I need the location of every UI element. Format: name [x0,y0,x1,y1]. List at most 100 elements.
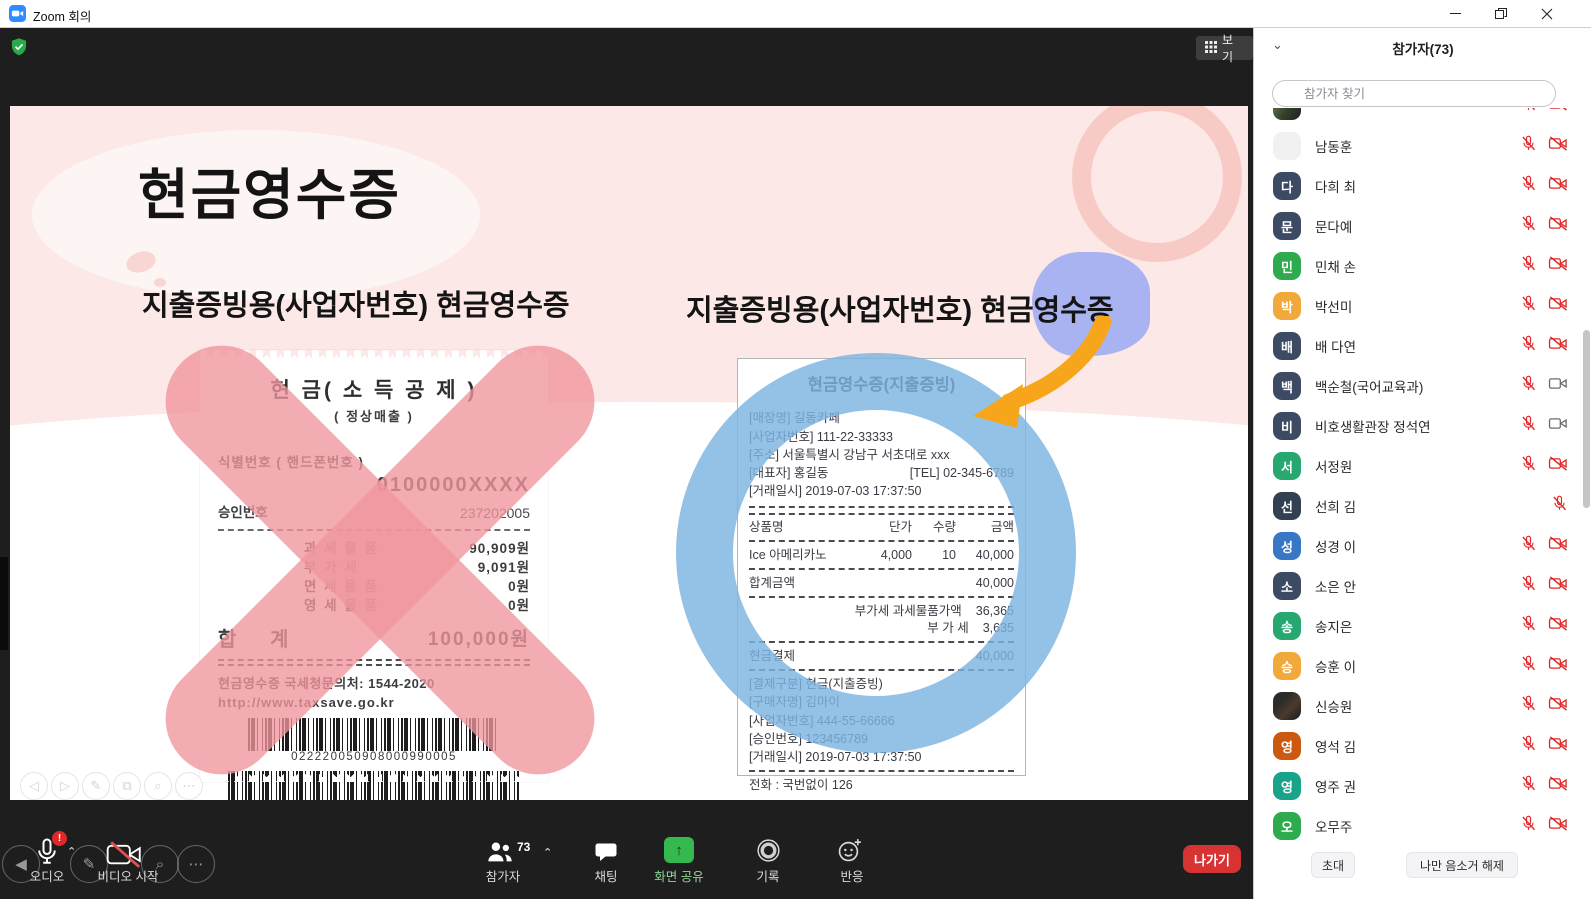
participant-row[interactable]: 문 문다예 [1254,206,1591,246]
participant-row[interactable]: 백 백순철(국어교육과) [1254,366,1591,406]
participant-row[interactable] [1254,108,1591,126]
participants-options-chevron[interactable]: ⌃ [543,846,552,859]
mic-muted-icon[interactable] [1520,455,1537,477]
mic-muted-icon[interactable] [1520,815,1537,837]
video-muted-icon[interactable] [1548,735,1568,757]
restore-button[interactable] [1478,0,1524,27]
participant-row[interactable]: 배 배 다연 [1254,326,1591,366]
mic-muted-icon[interactable] [1520,375,1537,397]
participant-row[interactable]: 민 민채 손 [1254,246,1591,286]
participant-row[interactable]: 성 성경 이 [1254,526,1591,566]
chat-button-label[interactable]: 채팅 [586,866,626,885]
invite-button[interactable]: 초대 [1311,852,1355,878]
participant-row[interactable]: 다 다희 최 [1254,166,1591,206]
more-tools-button[interactable]: ⋯ [175,772,203,800]
pen-tool-button[interactable]: ✎ [82,772,110,800]
minimize-button[interactable] [1432,0,1478,27]
participant-row[interactable]: 선 선희 김 [1254,486,1591,526]
video-muted-icon[interactable] [1548,775,1568,797]
video-muted-icon[interactable] [1548,575,1568,597]
next-slide-button[interactable]: ▷ [51,772,79,800]
mic-muted-icon[interactable] [1520,655,1537,677]
record-button-label[interactable]: 기록 [750,866,786,885]
mic-muted-icon[interactable] [1551,495,1568,517]
panel-scrollbar-thumb[interactable] [1583,330,1590,508]
mic-muted-icon[interactable] [1520,415,1537,437]
avatar [1273,132,1301,160]
participant-row[interactable]: 오 오무주 [1254,806,1591,846]
video-muted-icon[interactable] [1548,215,1568,237]
video-on-icon[interactable] [1548,415,1568,437]
chat-icon[interactable] [594,840,618,869]
video-muted-icon[interactable] [1548,175,1568,197]
video-muted-icon[interactable] [1548,335,1568,357]
mic-muted-icon[interactable] [1520,135,1537,157]
mic-muted-icon[interactable] [1520,775,1537,797]
participant-name: 영석 김 [1315,736,1520,756]
zoom-tool-button[interactable]: ⌕ [144,772,172,800]
mic-muted-icon[interactable] [1520,535,1537,557]
mic-muted-icon[interactable] [1520,175,1537,197]
mic-muted-icon[interactable] [1520,735,1537,757]
mic-muted-icon[interactable] [1520,215,1537,237]
video-muted-icon[interactable] [1548,108,1568,117]
participant-row[interactable]: 남동훈 [1254,126,1591,166]
mic-muted-icon[interactable] [1520,108,1537,117]
participant-row[interactable]: 영 영석 김 [1254,726,1591,766]
avatar: 비 [1273,412,1301,440]
mic-muted-icon[interactable] [1520,295,1537,317]
participant-name: 성경 이 [1315,536,1520,556]
mic-muted-icon[interactable] [1520,335,1537,357]
leave-meeting-button[interactable]: 나가기 [1183,845,1241,873]
reactions-button-label[interactable]: 반응 [832,866,872,885]
view-button[interactable]: 보기 [1196,36,1253,60]
record-icon[interactable] [755,837,782,869]
video-muted-icon[interactable] [1548,255,1568,277]
panel-footer: 초대 나만 음소거 해제 [1254,841,1591,899]
taxbase-value: 36,365 [976,603,1014,619]
screen-share-label[interactable]: 화면 공유 [648,866,710,885]
slide-title: 현금영수증 [138,150,401,230]
participant-row[interactable]: 소 소은 안 [1254,566,1591,606]
video-muted-icon[interactable] [1548,455,1568,477]
annotation-more-button[interactable]: ⋯ [177,845,215,883]
video-muted-icon[interactable] [1548,695,1568,717]
participants-button-label[interactable]: 참가자 [473,866,533,885]
mic-muted-icon[interactable] [1520,695,1537,717]
annotation-spotlight-button[interactable]: ⌕ [141,845,179,883]
col-item: 상품명 [749,519,850,535]
participant-row[interactable]: 서 서정원 [1254,446,1591,486]
video-muted-icon[interactable] [1548,295,1568,317]
mic-muted-icon[interactable] [1520,255,1537,277]
video-muted-icon[interactable] [1548,535,1568,557]
receipt-id-value: 0100000XXXX [218,474,530,497]
reactions-icon[interactable] [836,837,863,869]
orange-arrow [965,316,1115,436]
close-button[interactable] [1524,0,1570,27]
participant-row[interactable]: 신승원 [1254,686,1591,726]
participant-row[interactable]: 박 박선미 [1254,286,1591,326]
participant-row[interactable]: 비 비호생활관장 정석연 [1254,406,1591,446]
avatar: 승 [1273,652,1301,680]
video-on-icon[interactable] [1548,375,1568,397]
mic-muted-icon[interactable] [1520,575,1537,597]
copy-tool-button[interactable]: ⧉ [113,772,141,800]
prev-slide-button[interactable]: ◁ [20,772,48,800]
participant-row[interactable]: 영 영주 권 [1254,766,1591,806]
participant-row[interactable]: 승 승훈 이 [1254,646,1591,686]
participant-row[interactable]: 송 송지은 [1254,606,1591,646]
video-muted-icon[interactable] [1548,815,1568,837]
audio-button-label[interactable]: 오디오 [16,866,78,885]
video-muted-icon[interactable] [1548,655,1568,677]
unmute-myself-button[interactable]: 나만 음소거 해제 [1406,852,1518,878]
audio-warning-badge: ! [52,831,67,846]
equals-divider [749,506,1014,515]
security-shield-icon[interactable] [9,37,29,57]
participant-search-input[interactable] [1272,80,1556,107]
video-muted-icon[interactable] [1548,135,1568,157]
participant-name: 소은 안 [1315,576,1520,596]
screen-share-icon[interactable]: ↑ [664,837,694,863]
mic-muted-icon[interactable] [1520,615,1537,637]
left-receipt-heading: 지출증빙용(사업자번호) 현금영수증 [142,282,570,324]
video-muted-icon[interactable] [1548,615,1568,637]
